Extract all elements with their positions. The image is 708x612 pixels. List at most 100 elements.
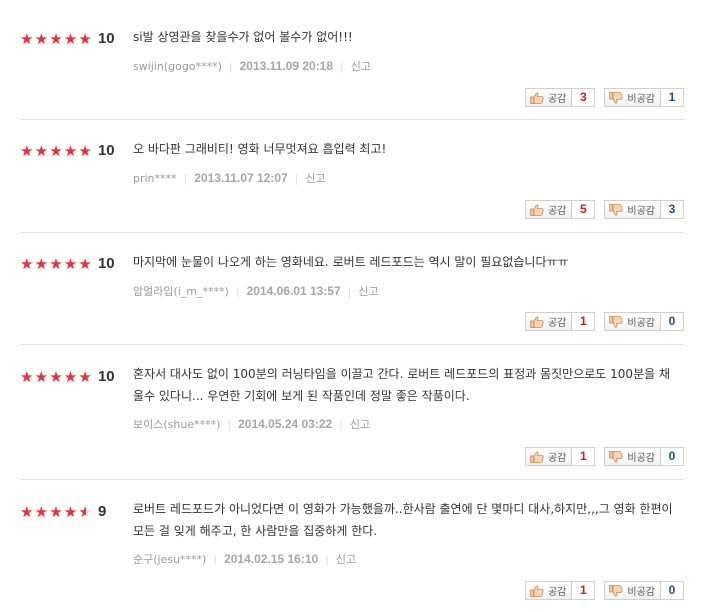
like-button[interactable]: 공감 3 <box>524 88 596 107</box>
dislike-button-face: 비공감 <box>605 201 661 218</box>
dislike-count: 0 <box>668 449 676 463</box>
like-button[interactable]: 공감 1 <box>524 581 596 600</box>
review-author[interactable]: prin**** <box>133 172 177 185</box>
thumbs-down-icon <box>609 91 623 103</box>
star-icon: ★ ★ <box>78 141 92 160</box>
vote-buttons: 공감 1 비공감 0 <box>524 312 684 331</box>
star-icon: ★ ★ <box>49 254 63 273</box>
rating-score: 10 <box>97 30 115 47</box>
star-rating: ★ ★ ★ ★ ★ ★ ★ ★ ★ ★ <box>20 502 93 521</box>
like-label: 공감 <box>547 318 567 329</box>
star-icon: ★ ★ <box>20 141 34 160</box>
review-date: 2014.05.24 03:22 <box>238 417 333 431</box>
rating: ★ ★ ★ ★ ★ ★ ★ ★ ★ ★ 10 <box>20 255 115 272</box>
thumbs-down-icon <box>609 450 623 462</box>
dislike-button[interactable]: 비공감 0 <box>604 581 684 600</box>
review-author[interactable]: 보이스(shue****) <box>133 416 220 432</box>
review-text: 오 바다판 그래비티! 영화 너무멋져요 흡입력 최고! <box>133 142 387 156</box>
dislike-button[interactable]: 비공감 1 <box>604 88 684 107</box>
rating-score: 10 <box>97 142 115 159</box>
review-item: ★ ★ ★ ★ ★ ★ ★ ★ ★ ★ 10 si발 상영관을 찾을수가 없어 볼수가 없어!!!… <box>20 0 684 120</box>
dislike-button[interactable]: 비공감 3 <box>604 200 684 219</box>
like-button-face: 공감 <box>525 448 573 465</box>
like-count: 1 <box>580 449 587 463</box>
like-button[interactable]: 공감 1 <box>524 312 596 331</box>
dislike-button-face: 비공감 <box>605 582 661 599</box>
like-button[interactable]: 공감 5 <box>524 200 596 219</box>
divider: | <box>340 59 344 73</box>
divider: | <box>339 417 343 431</box>
review-meta: 순구(jesu****) | 2014.02.15 16:10 | 신고 <box>133 551 356 567</box>
star-icon: ★ ★ <box>49 141 63 160</box>
review-item: ★ ★ ★ ★ ★ ★ ★ ★ ★ ★ 10 마지막에 눈물이 나오게 하는 영화네요. 로버트 … <box>20 233 684 345</box>
review-text: 로버트 레드포드가 아니었다면 이 영화가 가능했을까..한사람 출연에 단 몇… <box>133 502 673 538</box>
like-label: 공감 <box>547 587 567 598</box>
like-count: 5 <box>580 202 587 216</box>
review-item: ★ ★ ★ ★ ★ ★ ★ ★ ★ ★ 10 오 바다판 그래비티! 영화 너무멋져요 흡입력 최… <box>20 120 684 233</box>
thumbs-up-icon <box>530 92 544 104</box>
divider: | <box>235 284 240 298</box>
review-meta: 암얼라입(i_m_****) | 2014.06.01 13:57 | 신고 <box>133 283 379 299</box>
dislike-count: 0 <box>668 583 676 597</box>
dislike-button-face: 비공감 <box>605 89 661 106</box>
review-date: 2014.06.01 13:57 <box>246 284 341 298</box>
report-link[interactable]: 신고 <box>358 283 378 299</box>
star-icon: ★ ★ <box>63 502 78 521</box>
review-text: 혼자서 대사도 없이 100분의 러닝타임을 이끌고 간다. 로버트 레드포드의… <box>133 367 670 403</box>
divider: | <box>183 171 188 185</box>
star-icon: ★ ★ <box>63 254 78 273</box>
review-list: ★ ★ ★ ★ ★ ★ ★ ★ ★ ★ 10 si발 상영관을 찾을수가 없어 볼수가 없어!!!… <box>0 0 708 605</box>
like-button-face: 공감 <box>525 89 573 106</box>
rating-score: 9 <box>97 503 107 520</box>
review-author[interactable]: 암얼라입(i_m_****) <box>133 283 229 299</box>
dislike-count: 1 <box>668 90 676 104</box>
star-icon: ★ ★ <box>49 502 63 521</box>
thumbs-down-icon <box>609 203 623 215</box>
review-author[interactable]: 순구(jesu****) <box>133 551 206 567</box>
thumbs-down-icon <box>609 584 623 596</box>
rating-score: 10 <box>97 368 115 385</box>
dislike-label: 비공감 <box>627 453 655 464</box>
review-date: 2013.11.09 20:18 <box>239 59 334 73</box>
star-icon: ★ ★ <box>49 29 63 48</box>
thumbs-up-icon <box>530 316 544 328</box>
review-meta: prin**** | 2013.11.07 12:07 | 신고 <box>133 170 326 186</box>
report-link[interactable]: 신고 <box>336 551 356 567</box>
like-count: 3 <box>580 90 587 104</box>
dislike-button[interactable]: 비공감 0 <box>604 312 684 331</box>
dislike-button-face: 비공감 <box>605 313 661 330</box>
star-icon: ★ ★ <box>34 367 49 386</box>
star-icon: ★ ★ <box>34 254 49 273</box>
star-rating: ★ ★ ★ ★ ★ ★ ★ ★ ★ ★ <box>20 29 93 48</box>
rating-score: 10 <box>97 255 115 272</box>
like-button-face: 공감 <box>525 582 573 599</box>
like-button[interactable]: 공감 1 <box>524 447 596 466</box>
report-link[interactable]: 신고 <box>351 58 371 74</box>
review-item: ★ ★ ★ ★ ★ ★ ★ ★ ★ ★ 10 혼자서 대사도 없이 100분의 러닝타임을 이끌고… <box>20 345 684 480</box>
star-rating: ★ ★ ★ ★ ★ ★ ★ ★ ★ ★ <box>20 254 93 273</box>
review-item: ★ ★ ★ ★ ★ ★ ★ ★ ★ ★ 9 로버트 레드포드가 아니었다면 이 영화가 가능했을까… <box>20 480 684 605</box>
dislike-count: 0 <box>668 314 676 328</box>
review-author[interactable]: swijin(gogo****) <box>133 60 222 73</box>
star-icon: ★ ★ <box>78 502 92 521</box>
like-button-face: 공감 <box>525 313 573 330</box>
thumbs-up-icon <box>530 204 544 216</box>
dislike-button-face: 비공감 <box>605 448 661 465</box>
review-meta: 보이스(shue****) | 2014.05.24 03:22 | 신고 <box>133 416 370 432</box>
review-meta: swijin(gogo****) | 2013.11.09 20:18 | 신고 <box>133 58 371 74</box>
review-date: 2014.02.15 16:10 <box>224 552 319 566</box>
vote-buttons: 공감 3 비공감 1 <box>524 88 684 107</box>
star-icon: ★ ★ <box>63 29 78 48</box>
like-count: 1 <box>580 583 587 597</box>
divider: | <box>213 552 218 566</box>
thumbs-up-icon <box>530 585 544 597</box>
dislike-label: 비공감 <box>627 587 655 598</box>
star-icon: ★ ★ <box>63 367 78 386</box>
dislike-button[interactable]: 비공감 0 <box>604 447 684 466</box>
report-link[interactable]: 신고 <box>305 170 325 186</box>
like-label: 공감 <box>547 94 567 105</box>
star-icon: ★ ★ <box>34 29 49 48</box>
thumbs-up-icon <box>530 451 544 463</box>
report-link[interactable]: 신고 <box>350 416 370 432</box>
like-count: 1 <box>580 314 587 328</box>
